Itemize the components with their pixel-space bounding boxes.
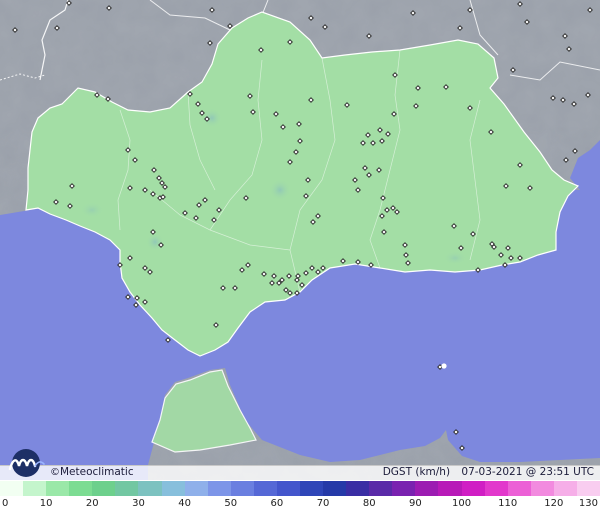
legend-swatch (46, 481, 70, 496)
legend-swatch (438, 481, 462, 496)
legend-tick-label: 30 (132, 498, 145, 509)
legend-swatch (69, 481, 93, 496)
legend-swatch (138, 481, 162, 496)
gust-spot-2 (269, 179, 291, 201)
color-scale-ticks: 0 10 20 30 40 50 60 70 80 90 100 110 120 130 (0, 496, 600, 517)
map-viewer: ©Meteoclimatic DGST (km/h) 07-03-2021 @ … (0, 0, 600, 517)
legend-tick-label: 120 (544, 498, 564, 509)
copyright-symbol: © (50, 467, 60, 478)
legend-swatch (253, 481, 277, 496)
legend-swatch (0, 481, 24, 496)
legend-swatch (530, 481, 554, 496)
legend-swatch (415, 481, 439, 496)
brand-label: ©Meteoclimatic (50, 466, 134, 479)
legend-swatch (392, 481, 416, 496)
legend-tick-label: 90 (409, 498, 422, 509)
legend-tick-label: 110 (498, 498, 518, 509)
legend-tick-label: 60 (270, 498, 284, 509)
legend-swatch (184, 481, 208, 496)
legend-swatch (346, 481, 370, 496)
legend-swatch (484, 481, 508, 496)
legend-swatch (207, 481, 231, 496)
legend-swatch (115, 481, 139, 496)
legend-swatch (230, 481, 254, 496)
legend-tick-label: 80 (362, 498, 376, 509)
wind-gust-map (0, 0, 600, 480)
timestamp-label: 07-03-2021 @ 23:51 UTC (461, 466, 594, 478)
map-meta: DGST (km/h) 07-03-2021 @ 23:51 UTC (375, 466, 594, 479)
legend-tick-label: 50 (224, 498, 238, 509)
legend-swatch (300, 481, 324, 496)
legend-tick-label: 0 (2, 498, 9, 509)
legend-swatch (507, 481, 531, 496)
meteoclimatic-logo-icon (8, 449, 45, 477)
gust-spot-5 (443, 251, 467, 265)
color-scale-bar (0, 481, 600, 496)
legend-swatch (23, 481, 47, 496)
legend-swatch (461, 481, 485, 496)
legend-tick-label: 100 (451, 498, 472, 509)
legend-swatch (553, 481, 577, 496)
gust-spot-1 (202, 108, 222, 128)
legend-tick-label: 20 (85, 498, 99, 509)
legend-swatch (92, 481, 116, 496)
gust-spot-3 (146, 233, 164, 251)
legend-swatch (576, 481, 600, 496)
legend-swatch (323, 481, 347, 496)
variable-label: DGST (km/h) (382, 466, 451, 478)
legend-tick-label: 130 (578, 498, 598, 509)
legend-swatch (369, 481, 393, 496)
alboran-station-marker (441, 363, 447, 369)
legend-swatch (161, 481, 185, 496)
gust-spot-4 (80, 202, 104, 218)
legend-swatch (276, 481, 301, 496)
brand-name: Meteoclimatic (60, 466, 134, 478)
legend-tick-label: 40 (178, 498, 191, 509)
legend-tick-label: 10 (39, 498, 53, 509)
legend-tick-label: 70 (316, 498, 330, 509)
